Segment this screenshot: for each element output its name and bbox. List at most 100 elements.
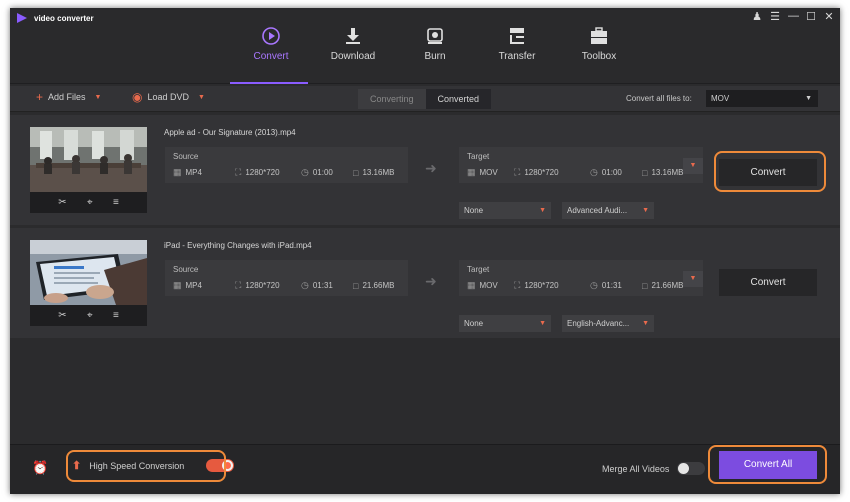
resolution-icon: ⛶ [235,280,242,290]
convert-button[interactable]: Convert [719,269,817,296]
folder-icon: □ [642,167,648,178]
trim-icon[interactable]: ✂ [58,197,66,208]
app-title: video converter [34,13,94,23]
target-info[interactable]: Target ▦ MOV ⛶ 1280*720 ◷ 01:31 □ 21.66MB [459,260,703,296]
convert-all-to-label: Convert all files to: [626,94,692,103]
tab-converted[interactable]: Converted [425,89,492,109]
output-format-select[interactable]: MOV ▼ [706,90,818,107]
crop-icon[interactable]: ⌖ [87,310,93,321]
resolution-icon: ⛶ [235,167,242,177]
toggle-knob [678,463,690,474]
resolution-icon: ⛶ [514,280,521,290]
target-label: Target [467,265,490,274]
user-icon[interactable]: ♟ [752,10,762,23]
chevron-down-icon: ▼ [642,320,649,327]
tab-toolbox[interactable]: Toolbox [558,26,640,62]
transfer-icon [510,28,524,44]
tab-converting[interactable]: Converting [358,89,426,109]
audio-value: Advanced Audi... [567,206,628,215]
source-info: Source ▦ MP4 ⛶ 1280*720 ◷ 01:31 □ 21.66MB [165,260,408,296]
highlight-outline [714,151,826,192]
video-thumbnail: ✂ ⌖ ≡ [30,240,147,326]
target-settings-dropdown[interactable]: ▼ [683,158,703,174]
minimize-icon[interactable]: — [788,10,799,23]
tab-burn-label: Burn [424,51,446,62]
menu-icon[interactable]: ☰ [770,10,780,23]
target-resolution: 1280*720 [524,168,559,177]
subtitle-value: None [464,319,484,328]
tab-transfer[interactable]: Transfer [476,26,558,62]
app-logo-icon [17,13,27,23]
target-duration: 01:00 [601,168,622,177]
main-nav: Convert Download Burn Transfer Toolbox [230,26,640,62]
effects-icon[interactable]: ≡ [113,197,119,208]
crop-icon[interactable]: ⌖ [87,197,93,208]
audio-select[interactable]: English-Advanc... ▼ [562,315,654,332]
source-info: Source ▦ MP4 ⛶ 1280*720 ◷ 01:00 □ 13.16MB [165,147,408,183]
audio-select[interactable]: Advanced Audi... ▼ [562,202,654,219]
chevron-down-icon[interactable]: ▼ [95,94,102,101]
download-icon [346,28,360,44]
merge-label: Merge All Videos [602,463,670,474]
subtitle-value: None [464,206,484,215]
conversion-tabs: Converting Converted [358,89,492,109]
bottom-bar: ⏰ ⬆ High Speed Conversion Merge All Vide… [10,444,840,494]
highlight-outline [708,445,827,484]
tab-toolbox-label: Toolbox [581,51,617,62]
audio-value: English-Advanc... [567,319,630,328]
subtitle-select[interactable]: None ▼ [459,315,551,332]
toolbar: + Add Files ▼ ◉ Load DVD ▼ Converting Co… [10,86,840,112]
merge-toggle[interactable] [677,462,706,475]
thumbnail-tools: ✂ ⌖ ≡ [30,194,147,211]
resolution-icon: ⛶ [514,167,521,177]
maximize-icon[interactable]: ☐ [806,10,816,23]
target-settings-dropdown[interactable]: ▼ [683,271,703,287]
active-tab-indicator [230,82,308,84]
tab-transfer-label: Transfer [498,51,536,62]
target-details: ▦ MOV ⛶ 1280*720 ◷ 01:31 □ 21.66MB [467,280,683,291]
file-item: ✂ ⌖ ≡ iPad - Everything Changes with iPa… [10,228,840,338]
close-icon[interactable]: ✕ [824,10,834,23]
subtitle-select[interactable]: None ▼ [459,202,551,219]
effects-icon[interactable]: ≡ [113,310,119,321]
add-files-button[interactable]: + Add Files ▼ [36,90,102,104]
tab-download-label: Download [330,51,376,62]
chevron-down-icon: ▼ [539,207,546,214]
source-size: 13.16MB [362,168,395,177]
source-size: 21.66MB [362,281,395,290]
burn-icon [427,28,443,44]
target-format: MOV [479,281,498,290]
alarm-clock-icon[interactable]: ⏰ [32,460,48,476]
source-details: ▦ MP4 ⛶ 1280*720 ◷ 01:00 □ 13.16MB [173,167,394,178]
folder-icon: □ [353,280,359,291]
header: video converter ♟ ☰ — ☐ ✕ Convert Downlo… [10,8,840,84]
tab-convert[interactable]: Convert [230,26,312,62]
chevron-down-icon[interactable]: ▼ [198,94,205,101]
clock-icon: ◷ [301,167,309,177]
brand: video converter [16,12,94,24]
app-window: video converter ♟ ☰ — ☐ ✕ Convert Downlo… [10,8,840,494]
clock-icon: ◷ [590,167,598,177]
target-format: MOV [479,168,498,177]
tab-download[interactable]: Download [312,26,394,62]
tab-convert-label: Convert [253,51,289,62]
arrow-right-icon: ➜ [425,160,437,176]
plus-icon: + [36,90,44,104]
film-icon: ▦ [467,280,476,290]
clock-icon: ◷ [590,280,598,290]
thumbnail-tools: ✂ ⌖ ≡ [30,307,147,324]
window-controls: ♟ ☰ — ☐ ✕ [752,10,834,23]
folder-icon: □ [642,280,648,291]
load-dvd-button[interactable]: ◉ Load DVD ▼ [132,91,205,103]
chevron-down-icon: ▼ [805,95,812,102]
thumbnail-image [30,240,147,305]
tab-burn[interactable]: Burn [394,26,476,62]
target-resolution: 1280*720 [524,281,559,290]
film-icon: ▦ [173,280,182,290]
target-duration: 01:31 [601,281,622,290]
video-thumbnail: ✂ ⌖ ≡ [30,127,147,213]
source-label: Source [173,265,199,274]
trim-icon[interactable]: ✂ [58,310,66,321]
target-info[interactable]: Target ▦ MOV ⛶ 1280*720 ◷ 01:00 □ 13.16MB [459,147,703,183]
thumbnail-image [30,127,147,192]
